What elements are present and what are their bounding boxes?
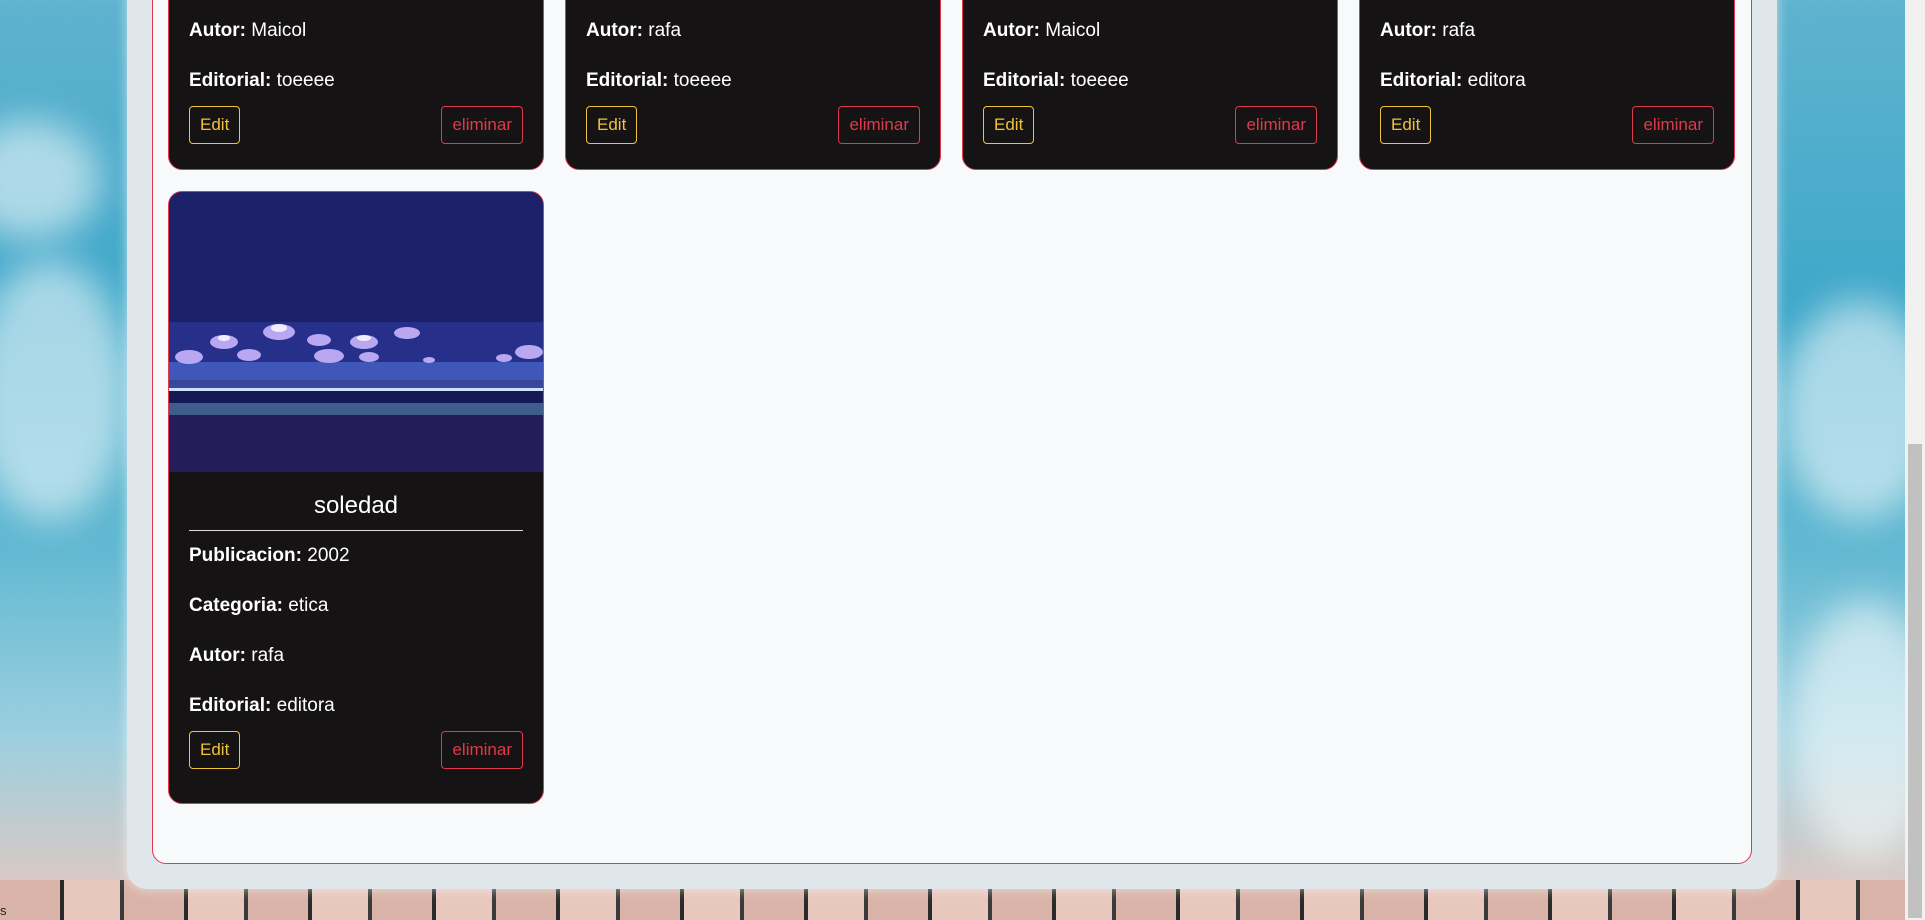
delete-button[interactable]: eliminar <box>1235 106 1317 144</box>
scrollbar-thumb[interactable] <box>1908 444 1922 918</box>
delete-button[interactable]: eliminar <box>441 731 523 769</box>
publicacion-row: Publicacion: 2002 <box>189 545 350 566</box>
cloud-decoration <box>1780 300 1925 520</box>
editorial-row: Editorial: editora <box>189 695 335 716</box>
autor-row: Autor: Maicol <box>189 20 307 41</box>
book-card: Autor: Maicol Editorial: toeeee Edit eli… <box>168 0 544 170</box>
editorial-row: Editorial: editora <box>1380 70 1526 91</box>
book-card: Autor: rafa Editorial: editora Edit elim… <box>1359 0 1735 170</box>
delete-button[interactable]: eliminar <box>838 106 920 144</box>
editorial-row: Editorial: toeeee <box>189 70 335 91</box>
edit-button[interactable]: Edit <box>189 731 241 769</box>
cloud-decoration <box>0 260 130 520</box>
delete-button[interactable]: eliminar <box>441 106 523 144</box>
edit-button[interactable]: Edit <box>1380 106 1432 144</box>
book-card: Autor: Maicol Editorial: toeeee Edit eli… <box>962 0 1338 170</box>
book-cover-image <box>169 192 543 472</box>
edit-button[interactable]: Edit <box>586 106 638 144</box>
categoria-row: Categoria: etica <box>189 595 329 616</box>
edit-button[interactable]: Edit <box>983 106 1035 144</box>
status-text: s <box>0 903 7 918</box>
book-card-soledad: soledad Publicacion: 2002 Categoria: eti… <box>168 191 544 804</box>
autor-row: Autor: rafa <box>189 645 285 666</box>
editorial-row: Editorial: toeeee <box>586 70 732 91</box>
book-title: soledad <box>189 492 523 531</box>
autor-row: Autor: Maicol <box>983 20 1101 41</box>
book-card: Autor: rafa Editorial: toeeee Edit elimi… <box>565 0 941 170</box>
scrollbar[interactable] <box>1905 0 1925 920</box>
cloud-decoration <box>0 120 100 240</box>
edit-button[interactable]: Edit <box>189 106 241 144</box>
editorial-row: Editorial: toeeee <box>983 70 1129 91</box>
pixel-sky-illustration <box>169 192 543 472</box>
delete-button[interactable]: eliminar <box>1632 106 1714 144</box>
autor-row: Autor: rafa <box>586 20 682 41</box>
autor-row: Autor: rafa <box>1380 20 1476 41</box>
